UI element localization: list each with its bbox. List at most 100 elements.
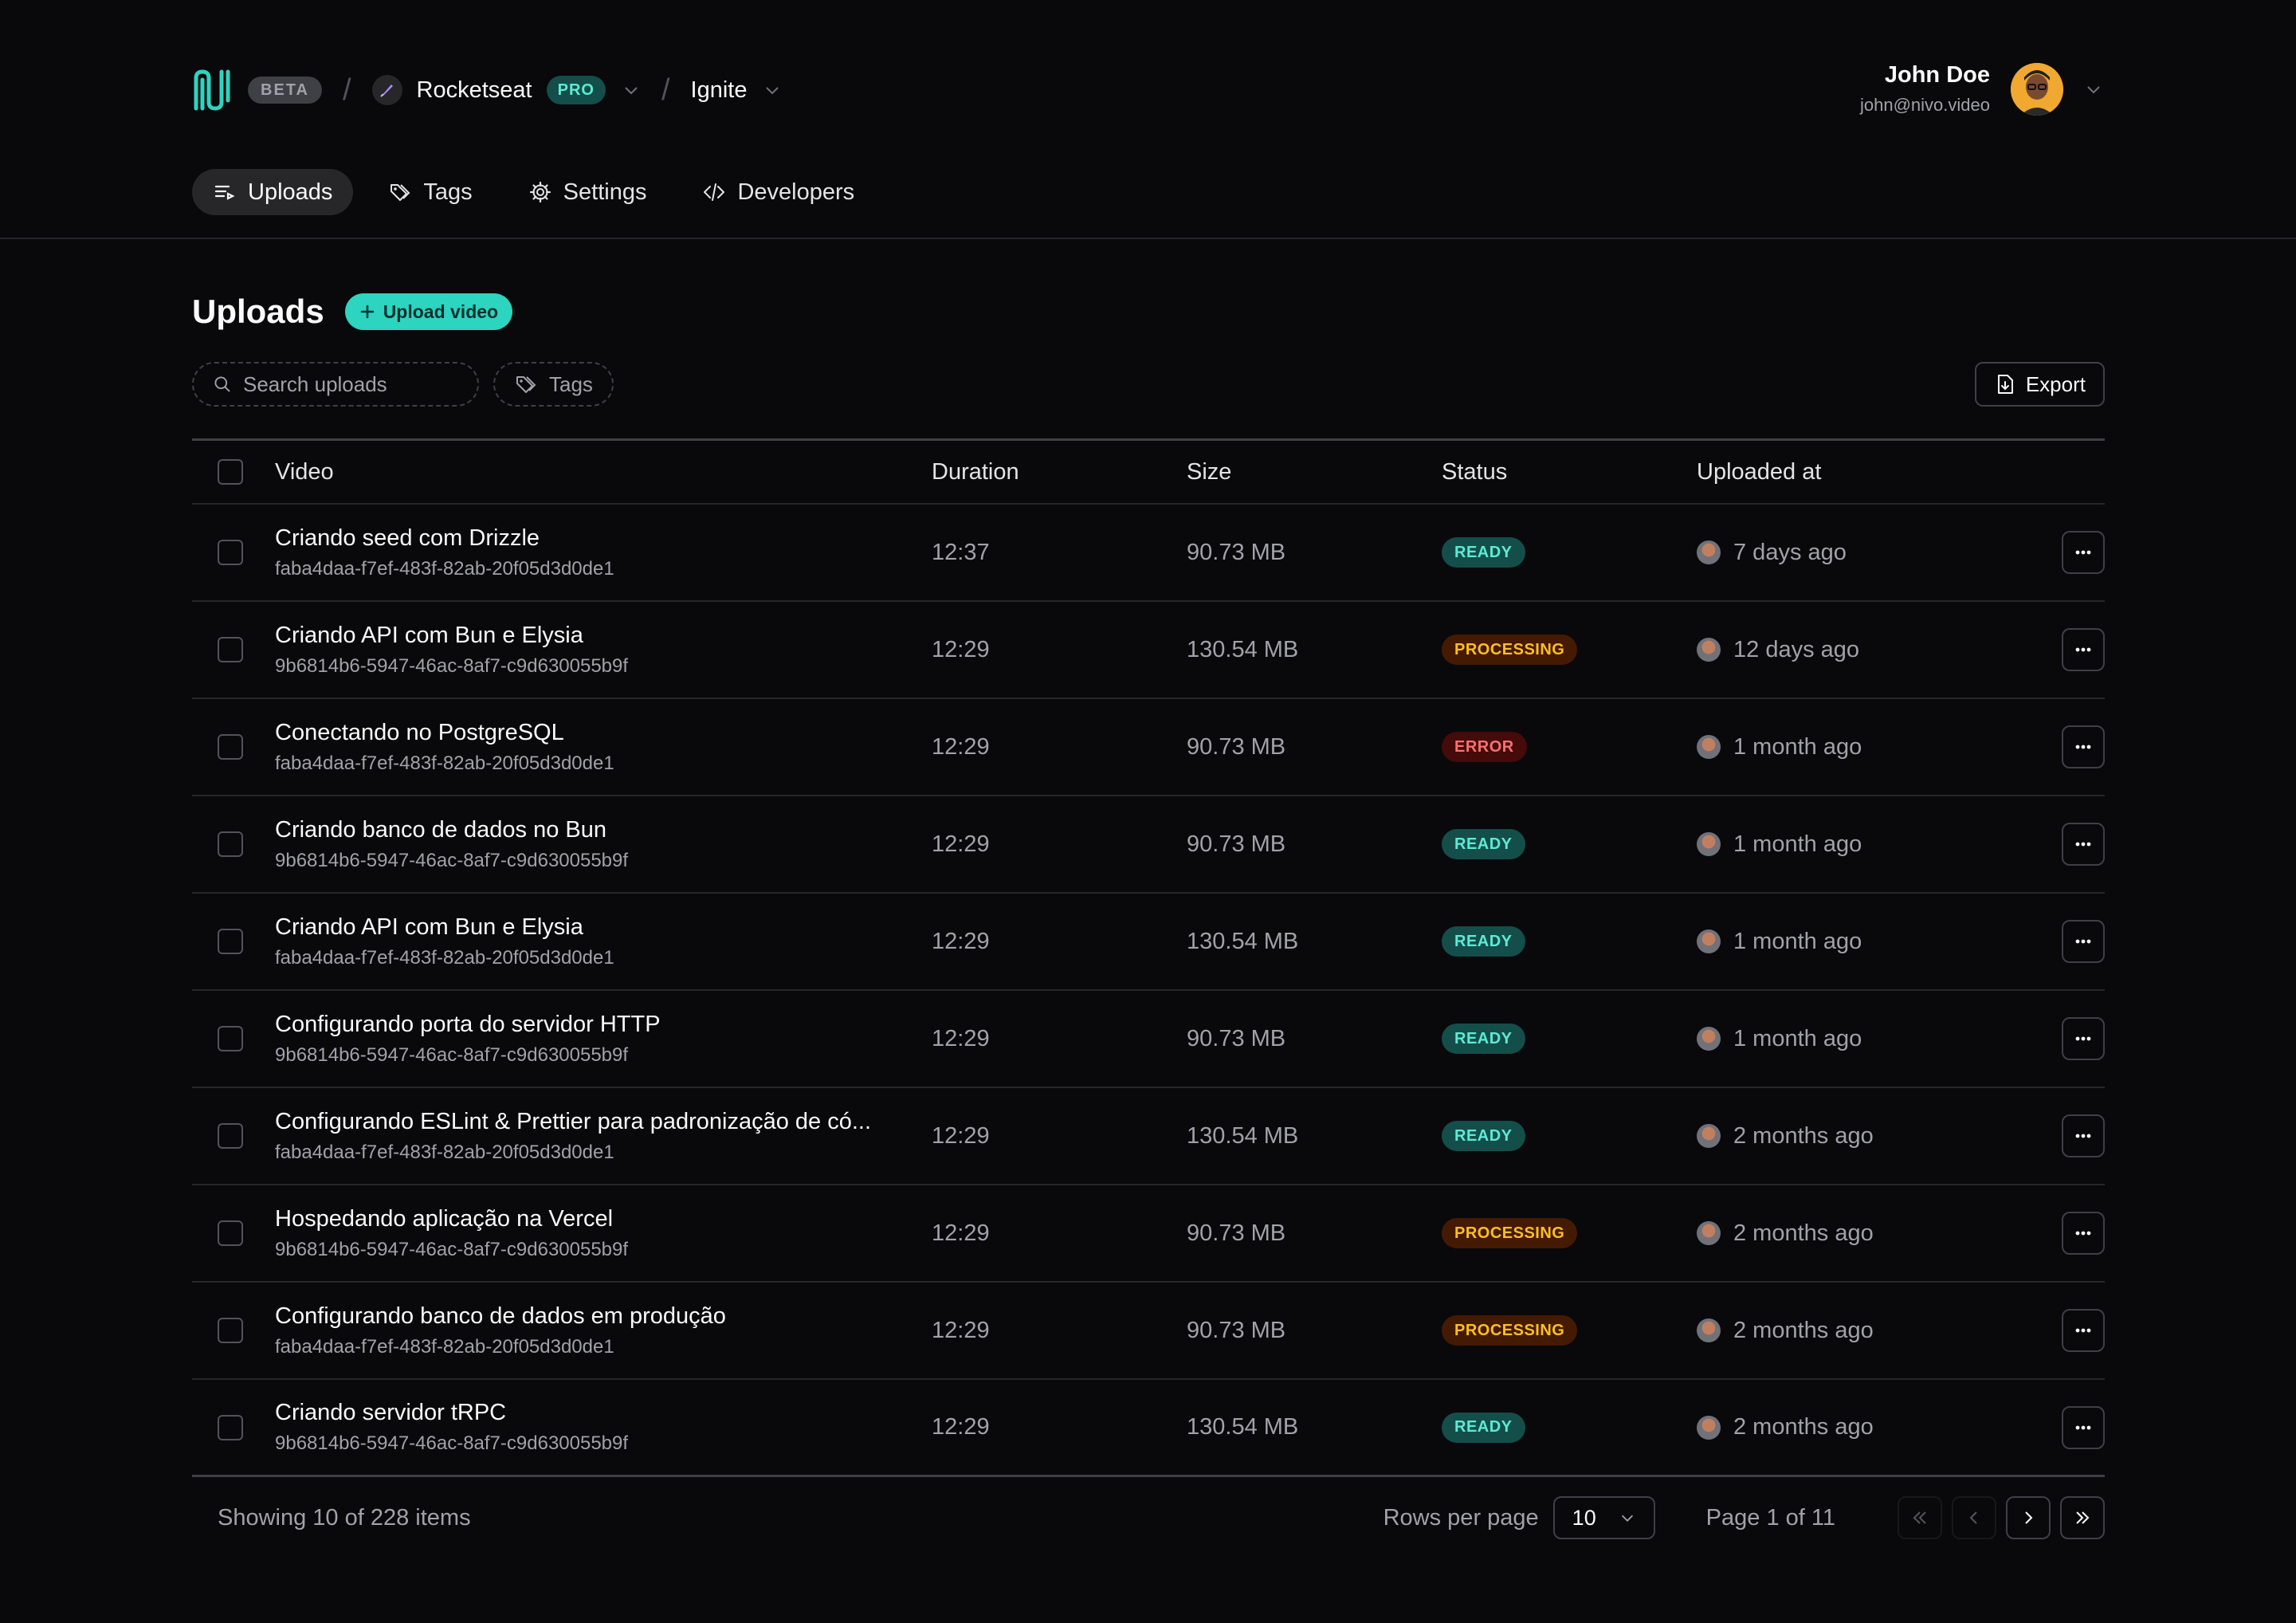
- table-row[interactable]: Configurando banco de dados em produção …: [192, 1283, 2105, 1380]
- table-row[interactable]: Criando API com Bun e Elysia 9b6814b6-59…: [192, 602, 2105, 699]
- uploaded-at: 1 month ago: [1733, 831, 1862, 857]
- last-page-button[interactable]: [2060, 1496, 2105, 1539]
- tag-icon: [391, 184, 410, 201]
- select-all-checkbox[interactable]: [218, 459, 243, 485]
- row-actions-button[interactable]: [2062, 920, 2105, 963]
- avatar: [1697, 1027, 1721, 1051]
- video-id: faba4daa-f7ef-483f-82ab-20f05d3d0de1: [275, 946, 614, 969]
- column-header: Status: [1442, 458, 1508, 485]
- org-chevron-down-icon[interactable]: [622, 81, 641, 100]
- video-size: 90.73 MB: [1187, 733, 1286, 760]
- more-horizontal-icon: [2075, 1328, 2091, 1333]
- breadcrumb: BETA / Rocketseat PRO / Ignite: [192, 64, 782, 116]
- table-header: Video Duration Size Status Uploaded at: [192, 441, 2105, 505]
- video-title[interactable]: Conectando no PostgreSQL: [275, 720, 908, 746]
- search-input[interactable]: [243, 371, 458, 397]
- row-actions-button[interactable]: [2062, 1017, 2105, 1060]
- avatar: [1697, 832, 1721, 856]
- row-checkbox[interactable]: [218, 831, 243, 857]
- row-actions-button[interactable]: [2062, 1212, 2105, 1255]
- table-row[interactable]: Criando seed com Drizzle faba4daa-f7ef-4…: [192, 505, 2105, 602]
- more-horizontal-icon: [2075, 842, 2091, 847]
- row-checkbox[interactable]: [218, 929, 243, 954]
- chevron-right-icon: [2025, 1511, 2033, 1524]
- avatar: [1697, 1318, 1721, 1342]
- video-title[interactable]: Criando API com Bun e Elysia: [275, 623, 908, 649]
- row-checkbox[interactable]: [218, 540, 243, 565]
- video-title[interactable]: Configurando banco de dados em produção: [275, 1303, 908, 1330]
- user-menu[interactable]: John Doe john@nivo.video: [1860, 62, 2103, 116]
- video-duration: 12:29: [932, 1122, 990, 1149]
- video-title[interactable]: Criando seed com Drizzle: [275, 525, 908, 552]
- tab-uploads[interactable]: Uploads: [192, 169, 354, 215]
- next-page-button[interactable]: [2006, 1496, 2051, 1539]
- row-actions-button[interactable]: [2062, 628, 2105, 671]
- more-horizontal-icon: [2075, 1134, 2091, 1138]
- video-duration: 12:29: [932, 636, 990, 662]
- row-checkbox[interactable]: [218, 1318, 243, 1343]
- tab-developers[interactable]: Developers: [681, 169, 875, 215]
- row-actions-button[interactable]: [2062, 1114, 2105, 1157]
- video-duration: 12:37: [932, 539, 990, 565]
- table-row[interactable]: Configurando ESLint & Prettier para padr…: [192, 1088, 2105, 1185]
- search-field[interactable]: [192, 362, 479, 407]
- avatar[interactable]: [2011, 62, 2063, 116]
- row-checkbox[interactable]: [218, 637, 243, 662]
- first-page-button[interactable]: [1898, 1496, 1942, 1539]
- table-footer: Showing 10 of 228 items Rows per page 10…: [192, 1486, 2105, 1550]
- table-row[interactable]: Criando banco de dados no Bun 9b6814b6-5…: [192, 796, 2105, 894]
- rows-per-page-select[interactable]: 10: [1552, 1496, 1655, 1539]
- video-size: 130.54 MB: [1187, 1122, 1299, 1149]
- video-title[interactable]: Criando servidor tRPC: [275, 1400, 908, 1426]
- tags-filter-button[interactable]: Tags: [493, 362, 614, 407]
- export-label: Export: [2025, 371, 2086, 396]
- row-actions-button[interactable]: [2062, 725, 2105, 768]
- org-name[interactable]: Rocketseat: [417, 77, 532, 104]
- tag-icon: [516, 376, 536, 393]
- column-header: Duration: [932, 458, 1019, 485]
- nivo-logo-icon[interactable]: [192, 69, 232, 112]
- row-checkbox[interactable]: [218, 1414, 243, 1440]
- video-title[interactable]: Criando API com Bun e Elysia: [275, 914, 908, 941]
- project-chevron-down-icon[interactable]: [763, 81, 782, 100]
- project-name[interactable]: Ignite: [691, 77, 748, 104]
- user-chevron-down-icon[interactable]: [2084, 80, 2103, 99]
- row-actions-button[interactable]: [2062, 1309, 2105, 1352]
- row-checkbox[interactable]: [218, 1026, 243, 1051]
- breadcrumb-separator: /: [342, 73, 351, 107]
- previous-page-button[interactable]: [1952, 1496, 1996, 1539]
- table-row[interactable]: Conectando no PostgreSQL faba4daa-f7ef-4…: [192, 699, 2105, 796]
- uploads-icon: [214, 185, 235, 200]
- video-id: 9b6814b6-5947-46ac-8af7-c9d630055b9f: [275, 1043, 629, 1066]
- main-nav: Uploads Tags Settings Developers: [192, 169, 875, 215]
- video-id: faba4daa-f7ef-483f-82ab-20f05d3d0de1: [275, 752, 614, 774]
- table-row[interactable]: Criando servidor tRPC 9b6814b6-5947-46ac…: [192, 1380, 2105, 1477]
- video-title[interactable]: Configurando ESLint & Prettier para padr…: [275, 1109, 908, 1135]
- video-id: 9b6814b6-5947-46ac-8af7-c9d630055b9f: [275, 1238, 629, 1260]
- tab-tags[interactable]: Tags: [367, 169, 493, 215]
- row-checkbox[interactable]: [218, 1220, 243, 1246]
- export-button[interactable]: Export: [1974, 362, 2105, 407]
- video-title[interactable]: Hospedando aplicação na Vercel: [275, 1206, 908, 1232]
- more-horizontal-icon: [2075, 550, 2091, 555]
- video-title[interactable]: Configurando porta do servidor HTTP: [275, 1012, 908, 1038]
- filters: Tags: [192, 362, 614, 407]
- row-actions-button[interactable]: [2062, 531, 2105, 574]
- video-size: 130.54 MB: [1187, 1414, 1299, 1440]
- row-actions-button[interactable]: [2062, 1405, 2105, 1449]
- gear-icon: [529, 181, 551, 203]
- file-download-icon: [1997, 375, 2013, 394]
- row-actions-button[interactable]: [2062, 823, 2105, 866]
- tab-settings[interactable]: Settings: [508, 169, 668, 215]
- video-id: 9b6814b6-5947-46ac-8af7-c9d630055b9f: [275, 654, 629, 677]
- avatar: [1697, 540, 1721, 564]
- video-title[interactable]: Criando banco de dados no Bun: [275, 817, 908, 843]
- row-checkbox[interactable]: [218, 734, 243, 760]
- table-row[interactable]: Configurando porta do servidor HTTP 9b68…: [192, 991, 2105, 1088]
- table-row[interactable]: Hospedando aplicação na Vercel 9b6814b6-…: [192, 1185, 2105, 1283]
- row-checkbox[interactable]: [218, 1123, 243, 1149]
- upload-video-button[interactable]: Upload video: [344, 293, 513, 330]
- page-indicator: Page 1 of 11: [1705, 1504, 1835, 1531]
- uploads-table: Video Duration Size Status Uploaded at C…: [192, 438, 2105, 1477]
- table-row[interactable]: Criando API com Bun e Elysia faba4daa-f7…: [192, 894, 2105, 991]
